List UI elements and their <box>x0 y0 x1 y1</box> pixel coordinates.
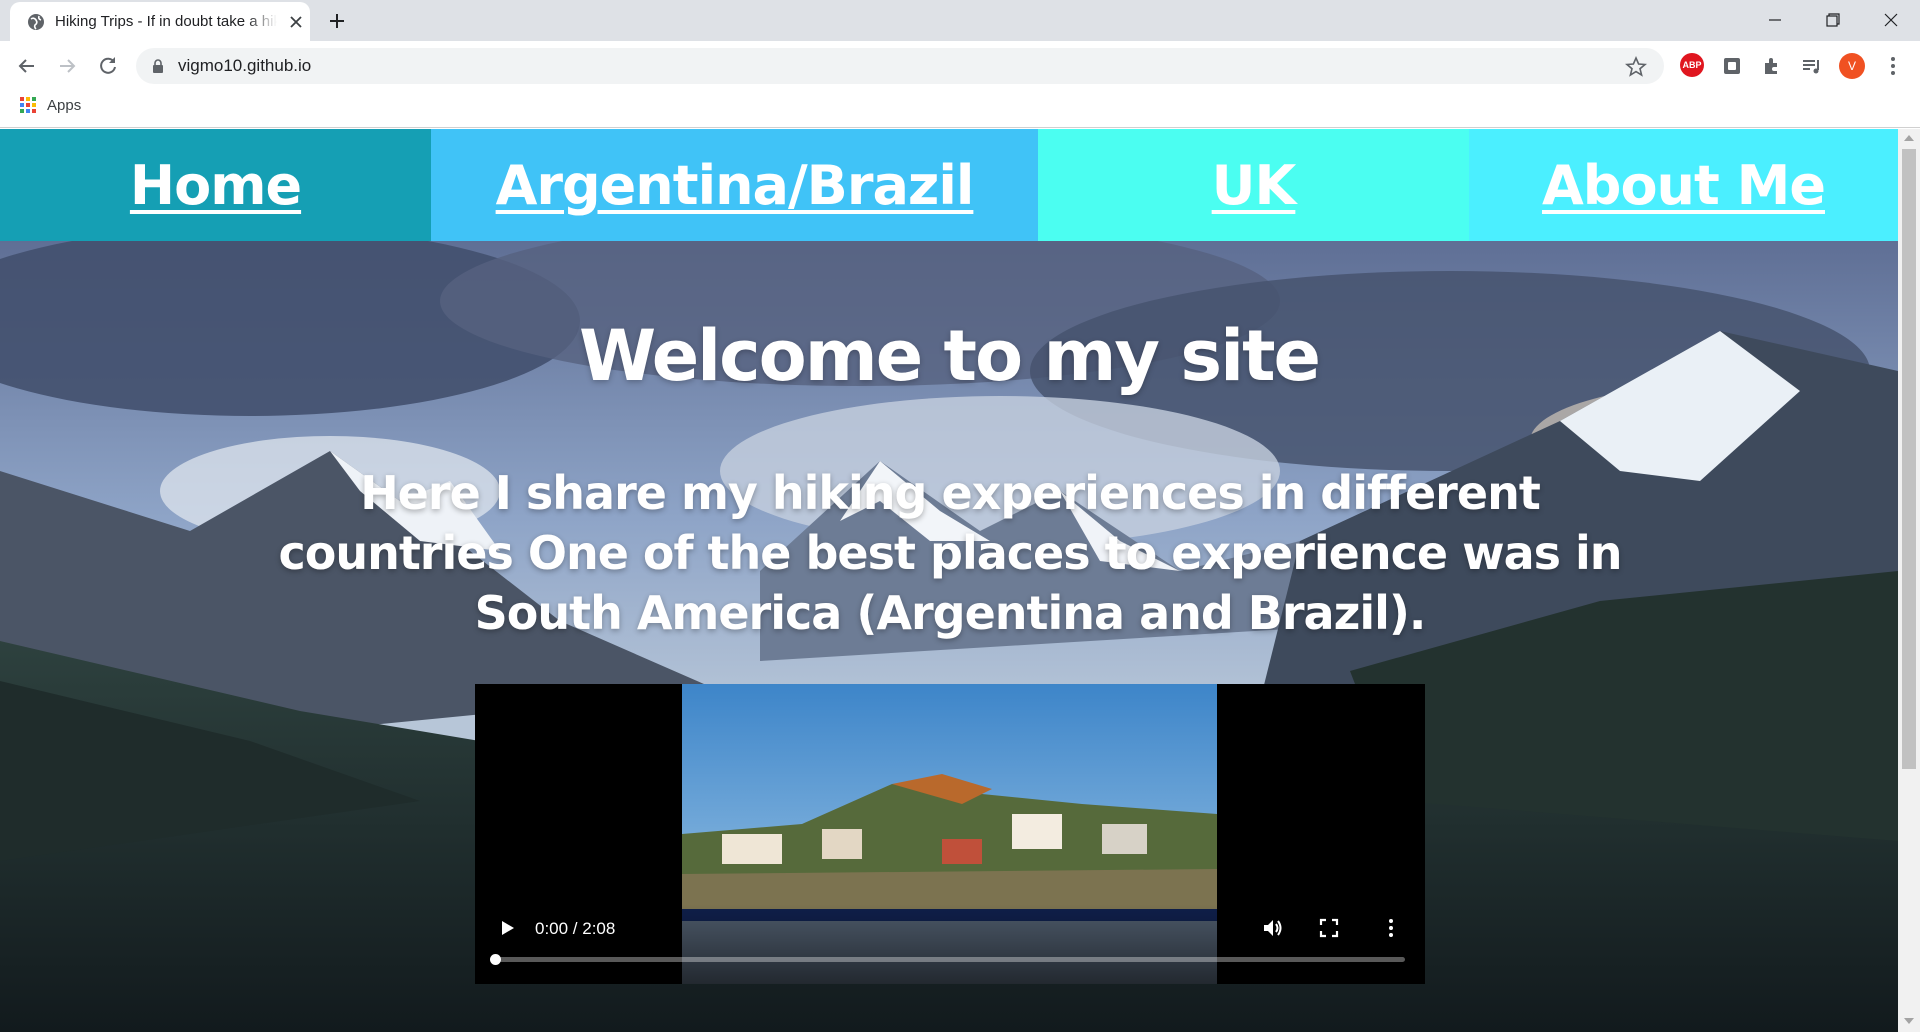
menu-dots-icon[interactable] <box>1880 53 1906 79</box>
globe-icon <box>28 14 44 30</box>
reload-icon[interactable] <box>95 53 121 79</box>
scroll-down-arrow-icon[interactable] <box>1904 1018 1914 1024</box>
apps-bookmark[interactable]: Apps <box>47 97 81 115</box>
nav-uk: UK <box>1038 129 1469 241</box>
nav-about-me: About Me <box>1469 129 1898 241</box>
nav-link-home[interactable]: Home <box>130 154 302 217</box>
browser-toolbar: vigmo10.github.io ABP V <box>0 41 1920 90</box>
media-control-icon[interactable] <box>1799 53 1825 79</box>
nav-link-about-me[interactable]: About Me <box>1542 154 1826 217</box>
bookmark-star-icon[interactable] <box>1624 55 1648 79</box>
tab-strip: Hiking Trips - If in doubt take a hike <box>0 0 1920 41</box>
page-scrollbar[interactable] <box>1898 129 1920 1032</box>
page-viewport: Home Argentina/Brazil UK About Me Welcom… <box>0 129 1898 1032</box>
extension-icon[interactable] <box>1719 53 1745 79</box>
scrollbar-thumb[interactable] <box>1902 149 1916 769</box>
restore-button[interactable] <box>1804 0 1862 41</box>
site-navigation: Home Argentina/Brazil UK About Me <box>0 129 1898 241</box>
restore-icon <box>1826 13 1840 27</box>
adblock-extension-icon[interactable]: ABP <box>1680 53 1704 77</box>
nav-link-argentina-brazil[interactable]: Argentina/Brazil <box>496 154 975 217</box>
volume-icon[interactable] <box>1261 916 1285 940</box>
address-bar[interactable]: vigmo10.github.io <box>136 48 1664 84</box>
close-icon <box>1884 13 1898 27</box>
fullscreen-icon[interactable] <box>1318 917 1340 939</box>
nav-link-uk[interactable]: UK <box>1212 154 1297 217</box>
close-tab-icon[interactable] <box>287 13 305 31</box>
close-window-button[interactable] <box>1862 0 1920 41</box>
profile-avatar[interactable]: V <box>1839 53 1865 79</box>
hero-description: Here I share my hiking experiences in di… <box>278 466 1622 640</box>
back-arrow-icon[interactable] <box>14 53 40 79</box>
video-player[interactable]: 0:00 / 2:08 <box>475 684 1425 984</box>
minimize-icon <box>1769 19 1781 21</box>
nav-argentina-brazil: Argentina/Brazil <box>431 129 1038 241</box>
puzzle-icon[interactable] <box>1759 53 1785 79</box>
video-time: 0:00 / 2:08 <box>535 919 616 938</box>
minimize-button[interactable] <box>1746 0 1804 41</box>
apps-grid-icon[interactable] <box>20 97 36 113</box>
tab-title: Hiking Trips - If in doubt take a hike <box>55 12 277 32</box>
play-icon[interactable] <box>497 918 517 938</box>
nav-home: Home <box>0 129 431 241</box>
lock-icon[interactable] <box>151 58 165 74</box>
hero-section: Welcome to my site Here I share my hikin… <box>0 241 1898 1032</box>
more-options-icon[interactable] <box>1379 916 1403 940</box>
video-controls: 0:00 / 2:08 <box>475 904 1425 984</box>
url-text[interactable]: vigmo10.github.io <box>178 56 311 76</box>
scroll-up-arrow-icon[interactable] <box>1904 135 1914 141</box>
bookmarks-bar: Apps <box>0 90 1920 128</box>
video-progress-bar[interactable] <box>490 954 1405 965</box>
browser-tab[interactable]: Hiking Trips - If in doubt take a hike <box>10 2 310 41</box>
video-progress-thumb[interactable] <box>490 954 501 965</box>
forward-arrow-icon[interactable] <box>54 53 80 79</box>
hero-title: Welcome to my site <box>578 315 1321 397</box>
new-tab-icon[interactable] <box>325 9 349 33</box>
